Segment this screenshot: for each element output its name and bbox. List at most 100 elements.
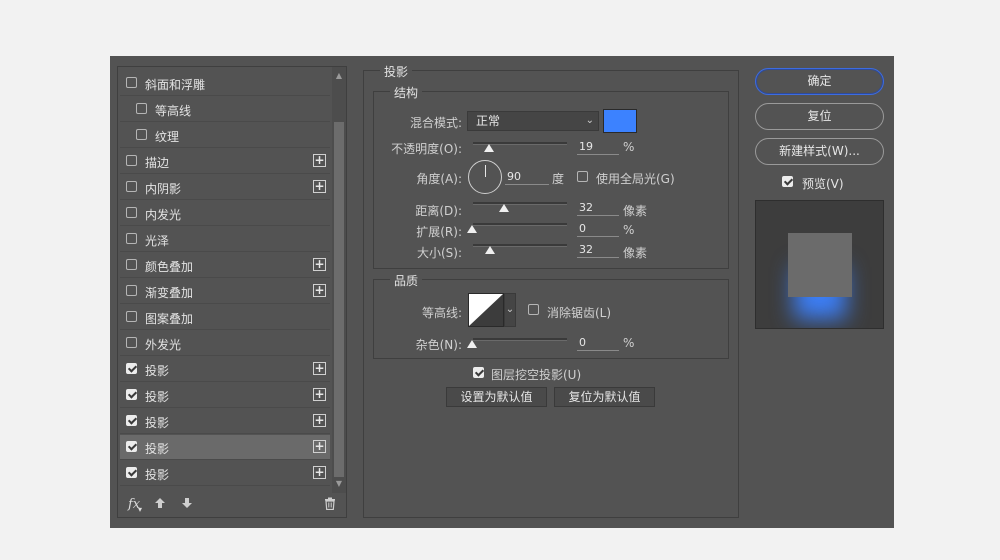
style-checkbox[interactable] [126,415,137,426]
reset-default-button[interactable]: 复位为默认值 [554,387,655,407]
structure-title: 结构 [390,84,423,101]
add-style-icon[interactable]: + [313,284,326,297]
style-checkbox[interactable] [126,363,137,374]
add-style-icon[interactable]: + [313,414,326,427]
ok-button[interactable]: 确定 [755,68,884,95]
trash-icon[interactable] [324,497,336,514]
style-checkbox[interactable] [126,467,137,478]
antialias-checkbox[interactable] [528,304,539,315]
style-item[interactable]: 光泽 [120,227,330,252]
style-item[interactable]: 外发光 [120,331,330,356]
global-light-checkbox[interactable] [577,171,588,182]
contour-preview[interactable] [468,293,504,327]
styles-panel: 斜面和浮雕 等高线 纹理 描边 + 内阴影 + 内发光 光泽 颜色叠加 + 渐变叠加 + 图案叠加 外发光投… [117,66,347,518]
style-item[interactable]: 内发光 [120,201,330,226]
spread-slider-thumb[interactable] [467,225,477,233]
style-checkbox[interactable] [126,389,137,400]
fx-dropdown-icon[interactable]: ▾ [138,505,142,514]
add-style-icon[interactable]: + [313,388,326,401]
style-item[interactable]: 渐变叠加 + [120,279,330,304]
style-item[interactable]: 描边 + [120,149,330,174]
style-item[interactable]: 内阴影 + [120,175,330,200]
angle-dial[interactable] [468,160,502,194]
knockout-checkbox[interactable] [473,367,484,378]
opacity-slider-thumb[interactable] [484,144,494,152]
style-item-label: 投影 [145,442,170,456]
size-slider-thumb[interactable] [485,246,495,254]
noise-slider[interactable] [473,338,567,341]
scroll-thumb[interactable] [334,122,344,477]
style-checkbox[interactable] [136,103,147,114]
scroll-down-icon[interactable]: ▼ [334,479,344,489]
preview-checkbox[interactable] [782,176,793,187]
shadow-color-swatch[interactable] [603,109,637,133]
add-style-icon[interactable]: + [313,466,326,479]
spread-unit: % [623,223,635,237]
opacity-input[interactable]: 19 [577,140,619,155]
distance-label: 距离(D): [415,204,462,218]
style-item[interactable]: 等高线 [120,97,330,122]
knockout-label: 图层挖空投影(U) [491,368,582,382]
blend-mode-select[interactable]: 正常 ⌄ [467,111,599,131]
styles-scrollbar[interactable]: ▲ ▼ [332,67,346,493]
make-default-button[interactable]: 设置为默认值 [446,387,547,407]
style-item[interactable]: 投影 + [120,409,330,434]
style-checkbox[interactable] [126,311,137,322]
blend-mode-label: 混合模式: [409,116,462,130]
noise-input[interactable]: 0 [577,336,619,351]
arrow-down-icon[interactable] [181,497,193,513]
distance-slider-thumb[interactable] [499,204,509,212]
style-checkbox[interactable] [126,285,137,296]
style-checkbox[interactable] [126,77,137,88]
angle-input[interactable]: 90 [505,170,549,185]
new-style-button[interactable]: 新建样式(W)... [755,138,884,165]
add-style-icon[interactable]: + [313,362,326,375]
chevron-down-icon: ⌄ [505,304,515,315]
style-item[interactable]: 图案叠加 [120,305,330,330]
style-checkbox[interactable] [126,233,137,244]
style-item-label: 投影 [145,390,170,404]
style-checkbox[interactable] [136,129,147,140]
style-item-label: 图案叠加 [145,312,194,326]
distance-slider[interactable] [473,202,567,205]
style-item[interactable]: 纹理 [120,123,330,148]
styles-list: 斜面和浮雕 等高线 纹理 描边 + 内阴影 + 内发光 光泽 颜色叠加 + 渐变叠加 + 图案叠加 外发光投… [118,67,330,493]
preview-label: 预览(V) [802,177,844,191]
size-label: 大小(S): [416,246,462,260]
spread-input[interactable]: 0 [577,222,619,237]
style-checkbox[interactable] [126,441,137,452]
style-item[interactable]: 投影 + [120,435,330,460]
style-item-label: 投影 [145,468,170,482]
arrow-up-icon[interactable] [154,497,166,513]
contour-dropdown[interactable]: ⌄ [504,293,516,327]
style-item[interactable]: 斜面和浮雕 [120,71,330,96]
noise-label: 杂色(N): [415,338,462,352]
scroll-up-icon[interactable]: ▲ [334,71,344,81]
distance-input[interactable]: 32 [577,201,619,216]
style-checkbox[interactable] [126,337,137,348]
style-item[interactable]: 投影 + [120,461,330,486]
spread-slider[interactable] [473,223,567,226]
style-checkbox[interactable] [126,181,137,192]
reset-button[interactable]: 复位 [755,103,884,130]
add-style-icon[interactable]: + [313,154,326,167]
style-item-label: 内发光 [145,208,182,222]
style-checkbox[interactable] [126,259,137,270]
opacity-unit: % [623,140,635,154]
preview-square [788,233,852,297]
blend-mode-value: 正常 [476,114,501,128]
style-item[interactable]: 颜色叠加 + [120,253,330,278]
noise-unit: % [623,336,635,350]
style-item-label: 等高线 [155,104,192,118]
effect-preview [755,200,884,329]
size-input[interactable]: 32 [577,243,619,258]
add-style-icon[interactable]: + [313,258,326,271]
style-checkbox[interactable] [126,155,137,166]
style-item[interactable]: 投影 + [120,383,330,408]
style-item-label: 内阴影 [145,182,182,196]
add-style-icon[interactable]: + [313,440,326,453]
add-style-icon[interactable]: + [313,180,326,193]
style-item[interactable]: 投影 + [120,357,330,382]
noise-slider-thumb[interactable] [467,340,477,348]
style-checkbox[interactable] [126,207,137,218]
